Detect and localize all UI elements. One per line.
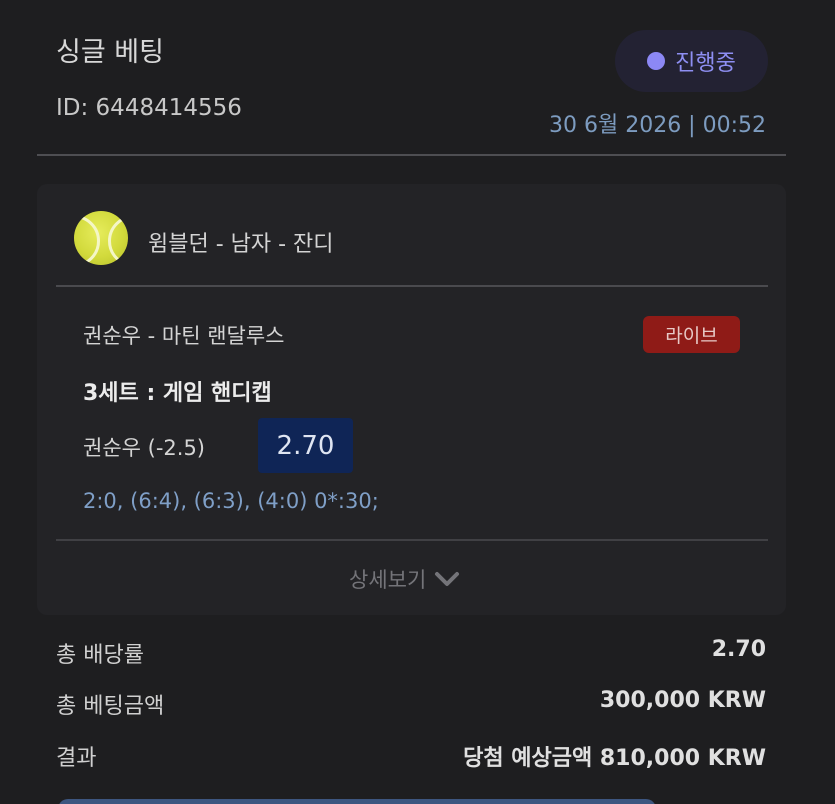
details-toggle-button[interactable]: 상세보기 — [349, 564, 460, 594]
odds-box: 2.70 — [258, 418, 353, 473]
status-dot-icon — [647, 52, 666, 70]
match-name: 권순우 - 마틴 랜달루스 — [83, 324, 285, 348]
live-score: 2:0, (6:4), (6:3), (4:0) 0*:30; — [83, 489, 379, 513]
chevron-down-icon — [435, 572, 460, 586]
live-badge: 라이브 — [643, 316, 740, 353]
total-stake-label: 총 베팅금액 — [56, 694, 165, 719]
details-divider — [56, 539, 768, 541]
total-odds-value: 2.70 — [711, 637, 766, 662]
total-odds-label: 총 배당률 — [56, 643, 144, 668]
status-label: 진행중 — [675, 51, 736, 76]
bet-id: ID: 6448414556 — [56, 95, 242, 121]
bet-datetime: 30 6월 2026 | 00:52 — [548, 113, 766, 138]
league-name: 윔블던 - 남자 - 잔디 — [148, 232, 334, 257]
total-stake-value: 300,000 KRW — [599, 688, 766, 713]
selection-name: 권순우 (-2.5) — [83, 436, 205, 460]
result-value: 당첨 예상금액 810,000 KRW — [463, 746, 766, 771]
details-label: 상세보기 — [349, 568, 427, 592]
market-name: 3세트 : 게임 핸디캡 — [83, 381, 272, 406]
tennis-ball-icon — [74, 211, 128, 265]
result-label: 결과 — [56, 746, 97, 771]
status-badge: 진행중 — [615, 30, 768, 92]
page-title: 싱글 베팅 — [56, 37, 164, 68]
bottom-action-button[interactable] — [58, 799, 656, 804]
header-divider — [37, 154, 786, 156]
league-divider — [56, 285, 768, 287]
